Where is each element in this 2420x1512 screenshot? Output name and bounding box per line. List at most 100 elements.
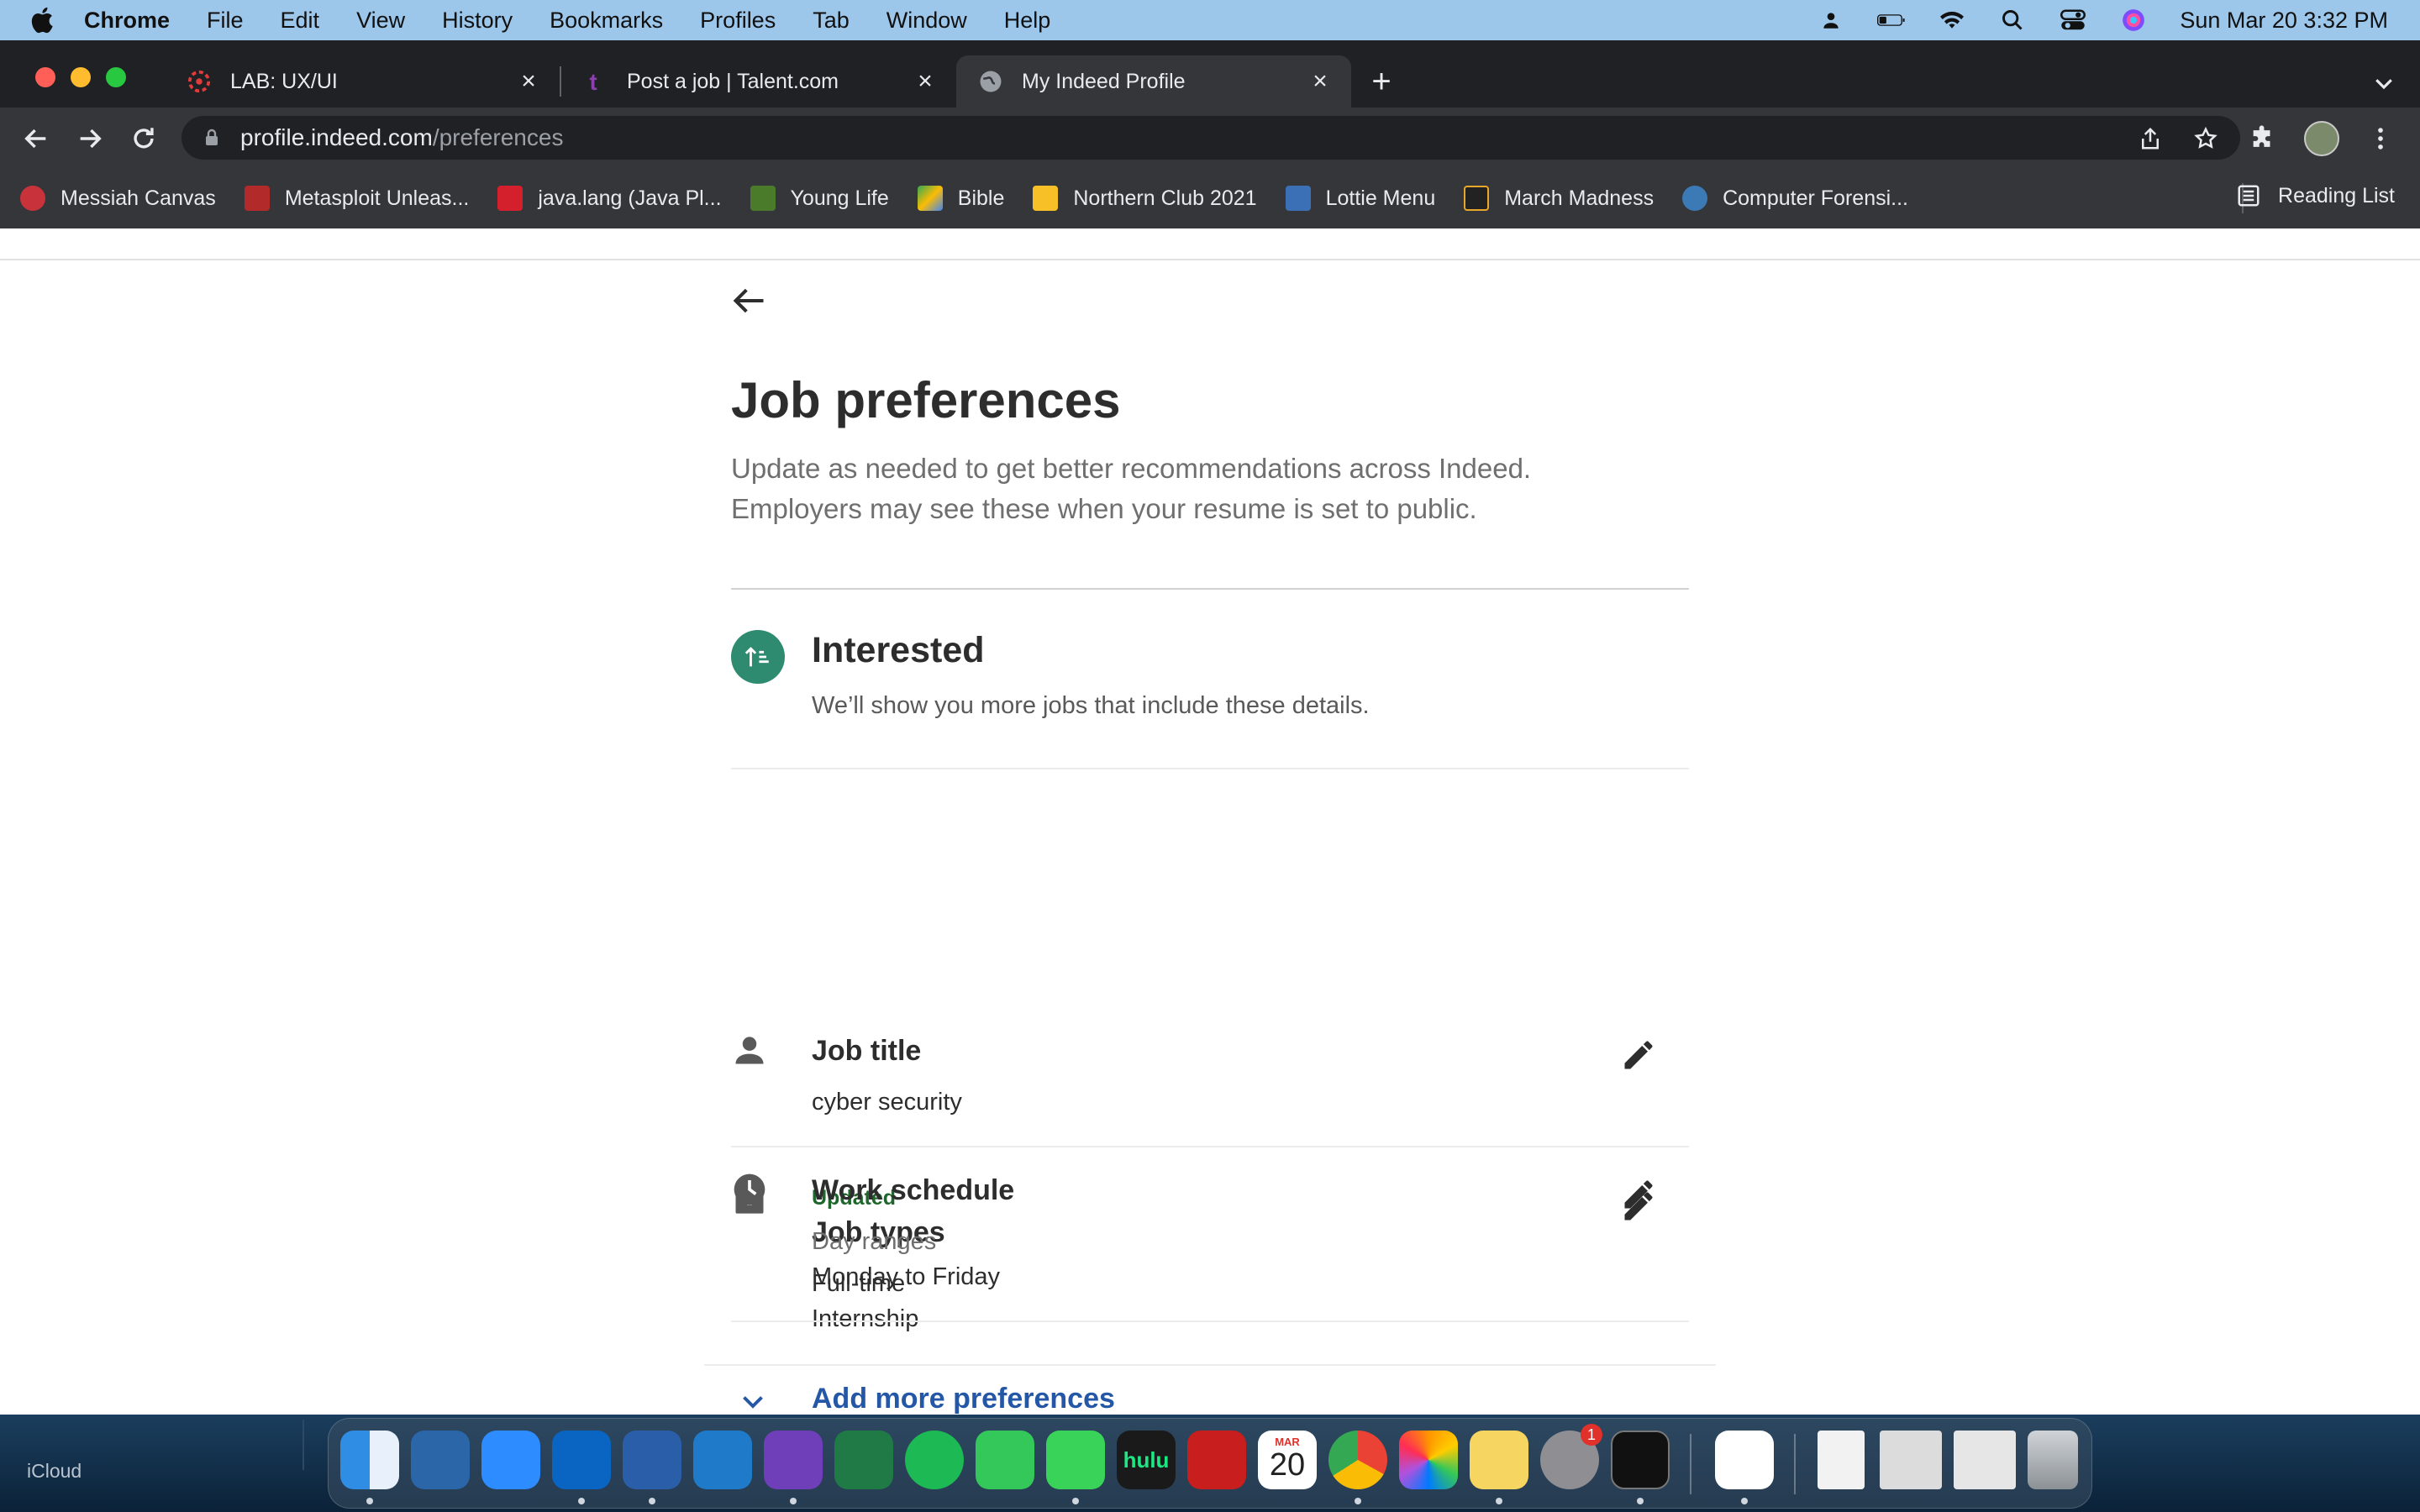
siri-icon[interactable] (2119, 8, 2148, 33)
more-menu-icon[interactable] (2366, 124, 2395, 153)
bookmark-label: Northern Club 2021 (1073, 186, 1257, 210)
facetime-dock-icon[interactable] (976, 1431, 1034, 1489)
excel-dock-icon[interactable] (834, 1431, 893, 1489)
window-controls (35, 67, 126, 87)
running-indicator (578, 1498, 585, 1504)
menu-tab[interactable]: Tab (813, 8, 850, 34)
tab-search-chevron-icon[interactable] (2371, 71, 2396, 96)
profile-avatar[interactable] (2304, 121, 2339, 156)
tab-lab-ux-ui[interactable]: LAB: UX/UI × (165, 55, 560, 108)
close-tab-icon[interactable]: × (518, 69, 539, 94)
menu-window[interactable]: Window (886, 8, 967, 34)
github-desktop-dock-icon[interactable] (764, 1431, 823, 1489)
control-center-icon[interactable] (2059, 8, 2087, 33)
running-indicator (1637, 1498, 1644, 1504)
menubar-clock[interactable]: Sun Mar 20 3:32 PM (2180, 8, 2388, 34)
notes-dock-icon[interactable] (1470, 1431, 1528, 1489)
lock-icon[interactable] (202, 128, 222, 148)
bookmark-metasploit[interactable]: Metasploit Unleas... (244, 186, 470, 211)
bookmark-label: Metasploit Unleas... (284, 186, 470, 210)
bookmark-favicon-icon (244, 186, 270, 211)
bookmark-bible[interactable]: Bible (917, 186, 1004, 211)
spotlight-search-icon[interactable] (1998, 8, 2027, 33)
close-tab-icon[interactable]: × (1309, 69, 1331, 94)
running-indicator (366, 1498, 373, 1504)
canvas-favicon-icon (187, 70, 211, 93)
bookmark-northern-club[interactable]: Northern Club 2021 (1033, 186, 1257, 211)
tab-my-indeed-profile[interactable]: My Indeed Profile × (956, 55, 1351, 108)
user-status-icon[interactable] (1817, 8, 1845, 33)
reload-icon[interactable] (129, 124, 158, 153)
close-window-button[interactable] (35, 67, 55, 87)
bookmark-label: Young Life (790, 186, 889, 210)
reading-list-button[interactable]: Reading List (2236, 183, 2395, 208)
minimized-window-dock-icon[interactable] (1880, 1431, 1942, 1489)
tab-post-a-job[interactable]: t Post a job | Talent.com × (561, 55, 956, 108)
back-nav-icon[interactable] (22, 124, 50, 153)
wordpress-favicon-icon (1682, 186, 1708, 211)
dock: hulu MAR 20 1 (328, 1418, 2092, 1509)
menu-app-chrome[interactable]: Chrome (84, 8, 170, 34)
menu-bookmarks[interactable]: Bookmarks (550, 8, 663, 34)
trash-dock-icon[interactable] (2028, 1431, 2078, 1489)
bookmark-label: March Madness (1504, 186, 1655, 210)
menu-history[interactable]: History (442, 8, 513, 34)
bookmark-young-life[interactable]: Young Life (750, 186, 889, 211)
bookmark-favicon-icon (1464, 186, 1490, 211)
add-more-preferences-link[interactable]: Add more preferences (812, 1383, 1115, 1415)
share-icon[interactable] (2138, 126, 2163, 151)
bookmark-march-madness[interactable]: March Madness (1464, 186, 1654, 211)
calendar-month: MAR (1275, 1436, 1300, 1448)
acrobat-dock-icon[interactable] (1187, 1431, 1246, 1489)
virtualbox-dock-icon[interactable] (411, 1431, 470, 1489)
bookmark-favicon-icon (917, 186, 943, 211)
bookmark-star-icon[interactable] (2193, 126, 2218, 151)
bookmark-favicon-icon (1285, 186, 1311, 211)
address-bar[interactable]: profile.indeed.com/preferences (182, 116, 2240, 160)
photos-dock-icon[interactable] (1399, 1431, 1458, 1489)
menu-edit[interactable]: Edit (281, 8, 320, 34)
menu-view[interactable]: View (356, 8, 405, 34)
zoom-window-button[interactable] (106, 67, 126, 87)
tab-title: Post a job | Talent.com (627, 69, 839, 93)
running-indicator (1496, 1498, 1502, 1504)
slack-dock-icon[interactable] (1715, 1431, 1774, 1489)
messages-dock-icon[interactable] (1046, 1431, 1105, 1489)
zoom-dock-icon[interactable] (481, 1431, 540, 1489)
work-schedule-sublabel: Day ranges (812, 1228, 937, 1255)
wifi-icon[interactable] (1938, 8, 1966, 33)
minimize-window-button[interactable] (71, 67, 91, 87)
extensions-puzzle-icon[interactable] (2249, 124, 2277, 153)
dock-separator (1690, 1434, 1691, 1494)
chrome-dock-icon[interactable] (1328, 1431, 1387, 1489)
work-schedule-label: Work schedule (812, 1174, 1015, 1206)
document-stack-dock-icon[interactable] (1818, 1431, 1865, 1489)
spotify-dock-icon[interactable] (905, 1431, 964, 1489)
word-dock-icon[interactable] (623, 1431, 681, 1489)
finder-dock-icon[interactable] (340, 1431, 399, 1489)
menu-help[interactable]: Help (1004, 8, 1051, 34)
menu-file[interactable]: File (207, 8, 244, 34)
clock-icon (734, 1173, 765, 1205)
apple-menu-icon[interactable] (29, 5, 59, 35)
calendar-dock-icon[interactable]: MAR 20 (1258, 1431, 1317, 1489)
terminal-dock-icon[interactable] (1611, 1431, 1670, 1489)
battery-icon[interactable] (1877, 8, 1906, 33)
edit-work-schedule-pencil-icon[interactable] (1620, 1176, 1657, 1213)
bookmark-java-lang[interactable]: java.lang (Java Pl... (497, 186, 722, 211)
bookmark-lottie-menu[interactable]: Lottie Menu (1285, 186, 1435, 211)
url-path: /preferences (432, 124, 564, 150)
bookmark-computer-forensics[interactable]: Computer Forensi... (1682, 186, 1908, 211)
chevron-down-icon[interactable] (738, 1386, 768, 1415)
forward-nav-icon[interactable] (76, 124, 104, 153)
outlook-dock-icon[interactable] (552, 1431, 611, 1489)
menu-profiles[interactable]: Profiles (700, 8, 776, 34)
vscode-dock-icon[interactable] (693, 1431, 752, 1489)
tab-strip: LAB: UX/UI × t Post a job | Talent.com ×… (165, 55, 1403, 108)
tab-title: LAB: UX/UI (230, 69, 338, 93)
hulu-dock-icon[interactable]: hulu (1117, 1431, 1176, 1489)
close-tab-icon[interactable]: × (914, 69, 936, 94)
minimized-window-dock-icon[interactable] (1954, 1431, 2016, 1489)
new-tab-button[interactable]: + (1360, 55, 1403, 108)
bookmark-messiah-canvas[interactable]: Messiah Canvas (20, 186, 216, 211)
